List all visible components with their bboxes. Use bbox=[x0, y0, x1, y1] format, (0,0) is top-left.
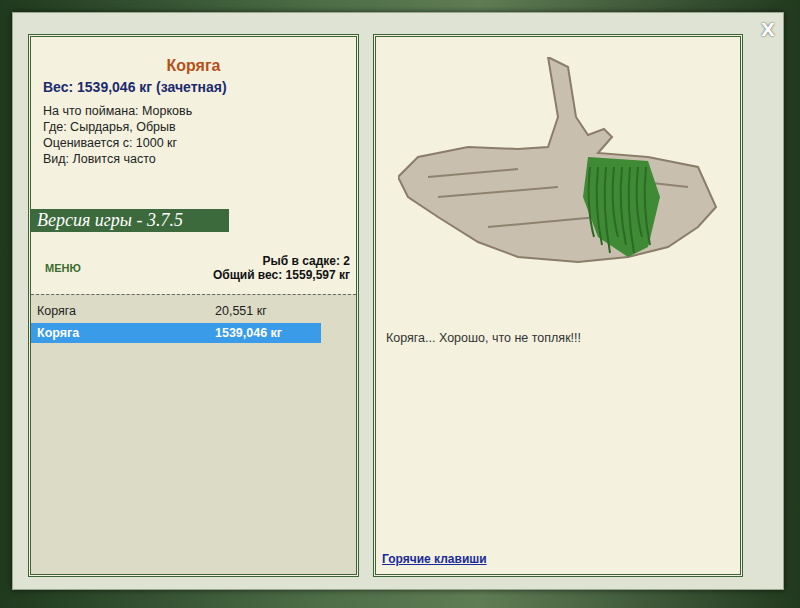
fish-header: Коряга Вес: 1539,046 кг (зачетная) На что … bbox=[31, 37, 356, 167]
keepnet-total: Общий вес: 1559,597 кг bbox=[213, 268, 350, 282]
info-panel: Коряга Вес: 1539,046 кг (зачетная) На что … bbox=[28, 34, 359, 577]
fish-weight: Вес: 1539,046 кг (зачетная) bbox=[43, 79, 344, 95]
game-screen: X Коряга Вес: 1539,046 кг (зачетная) На что… bbox=[0, 0, 800, 608]
info-row: МЕНЮ Рыб в садке: 2Общий вес: 1559,597 кг bbox=[31, 232, 356, 282]
detail-line: Где: Сырдарья, Обрыв bbox=[43, 119, 344, 135]
catch-row[interactable]: Коряга1539,046 кг bbox=[31, 323, 321, 343]
driftwood-icon bbox=[398, 57, 718, 287]
hotkeys-link[interactable]: Горячие клавиши bbox=[376, 552, 740, 574]
detail-line: На что поймана: Морковь bbox=[43, 103, 344, 119]
detail-line: Вид: Ловится часто bbox=[43, 151, 344, 167]
close-button[interactable]: X bbox=[761, 19, 775, 40]
catch-list: Коряга20,551 кгКоряга1539,046 кг bbox=[31, 294, 356, 574]
detail-line: Оценивается с: 1000 кг bbox=[43, 135, 344, 151]
menu-button[interactable]: МЕНЮ bbox=[45, 262, 81, 274]
catch-window: X Коряга Вес: 1539,046 кг (зачетная) На что… bbox=[12, 12, 784, 590]
picture-panel: Коряга... Хорошо, что не топляк!!! Горячи… bbox=[373, 34, 743, 577]
fish-name: Коряга bbox=[43, 57, 344, 75]
fish-picture bbox=[376, 37, 740, 297]
keepnet-summary: Рыб в садке: 2Общий вес: 1559,597 кг bbox=[213, 254, 350, 282]
keepnet-count: Рыб в садке: 2 bbox=[213, 254, 350, 268]
version-banner: Версия игры - 3.7.5 bbox=[31, 209, 229, 232]
fish-description: Коряга... Хорошо, что не топляк!!! bbox=[376, 331, 740, 345]
fish-details: На что поймана: МорковьГде: Сырдарья, Об… bbox=[43, 103, 344, 167]
catch-row[interactable]: Коряга20,551 кг bbox=[31, 301, 321, 321]
